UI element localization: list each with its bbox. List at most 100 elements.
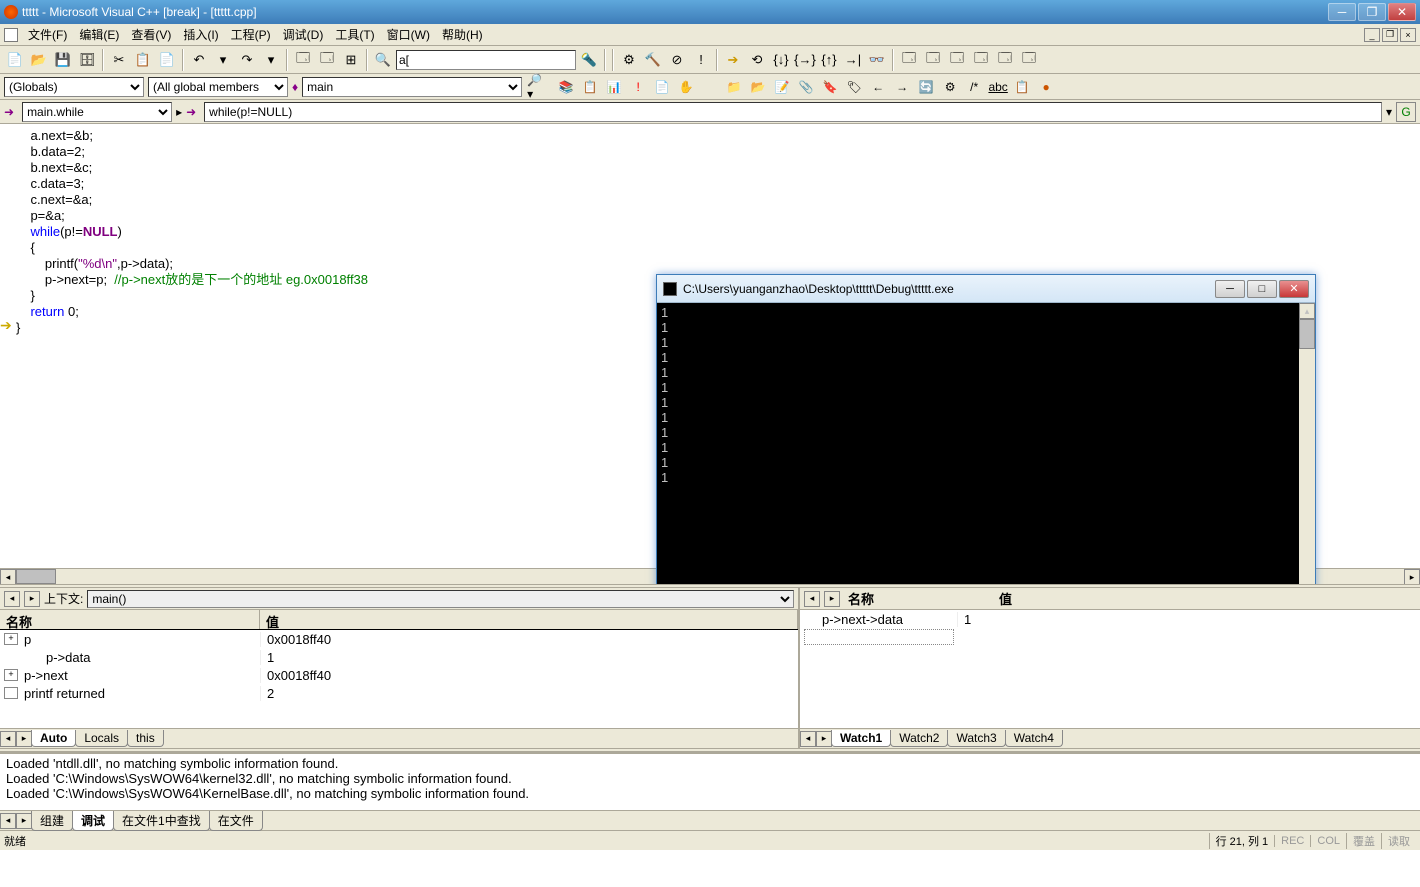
redo-button[interactable]: ↷ — [236, 49, 258, 71]
watch-tab-next[interactable]: ▸ — [816, 731, 832, 747]
tb-c[interactable]: 📊 — [604, 77, 624, 97]
save-all-button[interactable]: 🗄 — [76, 49, 98, 71]
step-into-button[interactable]: {↓} — [770, 49, 792, 71]
console-maximize-button[interactable]: □ — [1247, 280, 1277, 298]
nav-back-button[interactable]: ← — [868, 77, 888, 97]
compile-button[interactable]: ⚙ — [618, 49, 640, 71]
tb-n[interactable]: ⚙ — [940, 77, 960, 97]
watch-list[interactable]: p->next->data1 — [800, 610, 1420, 728]
menu-help[interactable]: 帮助(H) — [436, 24, 489, 45]
expand-icon[interactable] — [4, 687, 18, 699]
scroll-thumb[interactable] — [16, 569, 56, 584]
context-prev-button[interactable]: ◂ — [4, 591, 20, 607]
output-button[interactable]: 🗔 — [316, 49, 338, 71]
tab-watch4[interactable]: Watch4 — [1005, 730, 1063, 747]
output-tab-next[interactable]: ▸ — [16, 813, 32, 829]
table-row[interactable]: p->data1 — [0, 648, 798, 666]
console-scroll-up[interactable]: ▴ — [1299, 303, 1315, 319]
tb-g[interactable]: 📁 — [724, 77, 744, 97]
console-minimize-button[interactable]: ─ — [1215, 280, 1245, 298]
context-next-button[interactable]: ▸ — [24, 591, 40, 607]
menu-edit[interactable]: 编辑(E) — [73, 24, 125, 45]
find-input[interactable] — [396, 50, 576, 70]
undo-button[interactable]: ↶ — [188, 49, 210, 71]
tb-k[interactable]: 🔖 — [820, 77, 840, 97]
tab-watch2[interactable]: Watch2 — [890, 730, 948, 747]
watch-window-button[interactable]: 🗔 — [898, 49, 920, 71]
output-tab-prev[interactable]: ◂ — [0, 813, 16, 829]
tab-watch3[interactable]: Watch3 — [947, 730, 1005, 747]
watch-empty-row[interactable] — [800, 628, 1420, 646]
console-titlebar[interactable]: C:\Users\yuanganzhao\Desktop\ttttt\Debug… — [657, 275, 1315, 303]
tb-f[interactable]: ✋ — [676, 77, 696, 97]
tb-r[interactable]: ● — [1036, 77, 1056, 97]
tab-debug-output[interactable]: 调试 — [72, 811, 114, 831]
restart-button[interactable]: ⟲ — [746, 49, 768, 71]
autos-list[interactable]: +p0x0018ff40p->data1+p->next0x0018ff40pr… — [0, 630, 798, 728]
watch-tab-prev[interactable]: ◂ — [800, 731, 816, 747]
execute-button[interactable]: ! — [690, 49, 712, 71]
autos-tab-next[interactable]: ▸ — [16, 731, 32, 747]
nav-go-button[interactable]: ▸ — [176, 105, 182, 119]
autos-tab-prev[interactable]: ◂ — [0, 731, 16, 747]
tb-p[interactable]: abc — [988, 77, 1008, 97]
menu-view[interactable]: 查看(V) — [125, 24, 177, 45]
tab-find1[interactable]: 在文件1中查找 — [113, 811, 210, 831]
scope-globals-select[interactable]: (Globals) — [4, 77, 144, 97]
output-text[interactable]: Loaded 'ntdll.dll', no matching symbolic… — [0, 754, 1420, 810]
window-list-button[interactable]: ⊞ — [340, 49, 362, 71]
table-row[interactable]: printf returned2 — [0, 684, 798, 702]
maximize-button[interactable]: ❐ — [1358, 3, 1386, 21]
find-in-files-button[interactable]: 🔍 — [372, 49, 394, 71]
console-close-button[interactable]: ✕ — [1279, 280, 1309, 298]
console-output[interactable]: 111111111111 ▴ ▾ — [657, 303, 1315, 584]
tb-l[interactable]: 🏷 — [844, 77, 864, 97]
workspace-button[interactable]: 🗔 — [292, 49, 314, 71]
minimize-button[interactable]: ─ — [1328, 3, 1356, 21]
go-button[interactable]: ➔ — [722, 49, 744, 71]
nav-fwd-button[interactable]: → — [892, 77, 912, 97]
menu-insert[interactable]: 插入(I) — [177, 24, 224, 45]
redo-dropdown[interactable]: ▾ — [260, 49, 282, 71]
table-row[interactable]: +p->next0x0018ff40 — [0, 666, 798, 684]
menu-window[interactable]: 窗口(W) — [381, 24, 436, 45]
menu-debug[interactable]: 调试(D) — [277, 24, 330, 45]
menu-file[interactable]: 文件(F) — [22, 24, 73, 45]
paste-button[interactable]: 📄 — [156, 49, 178, 71]
memory-window-button[interactable]: 🗔 — [970, 49, 992, 71]
nav-dropdown-button[interactable]: ▾ — [1386, 105, 1392, 119]
watch-next-button[interactable]: ▸ — [824, 591, 840, 607]
new-text-button[interactable]: 📄 — [4, 49, 26, 71]
close-button[interactable]: ✕ — [1388, 3, 1416, 21]
scroll-left-button[interactable]: ◂ — [0, 569, 16, 584]
menu-tools[interactable]: 工具(T) — [329, 24, 380, 45]
open-button[interactable]: 📂 — [28, 49, 50, 71]
expand-icon[interactable]: + — [4, 633, 18, 645]
console-vscrollbar[interactable]: ▴ ▾ — [1299, 303, 1315, 584]
menu-project[interactable]: 工程(P) — [225, 24, 277, 45]
tab-this[interactable]: this — [127, 730, 164, 747]
tb-e[interactable]: 📄 — [652, 77, 672, 97]
quickwatch-button[interactable]: 👓 — [866, 49, 888, 71]
tab-locals[interactable]: Locals — [75, 730, 128, 747]
copy-button[interactable]: 📋 — [132, 49, 154, 71]
registers-window-button[interactable]: 🗔 — [946, 49, 968, 71]
scroll-right-button[interactable]: ▸ — [1404, 569, 1420, 584]
goto-button[interactable]: 🔎▾ — [526, 77, 546, 97]
callstack-window-button[interactable]: 🗔 — [994, 49, 1016, 71]
find-button[interactable]: 🔦 — [578, 49, 600, 71]
tb-h[interactable]: 📂 — [748, 77, 768, 97]
tb-o[interactable]: /* — [964, 77, 984, 97]
console-scroll-thumb[interactable] — [1299, 319, 1315, 349]
nav-aux-button[interactable]: G — [1396, 102, 1416, 122]
console-window[interactable]: C:\Users\yuanganzhao\Desktop\ttttt\Debug… — [656, 274, 1316, 584]
mdi-restore-button[interactable]: ❐ — [1382, 28, 1398, 42]
nav-location-select[interactable]: main.while — [22, 102, 172, 122]
stop-build-button[interactable]: ⊘ — [666, 49, 688, 71]
scope-members-select[interactable]: (All global members — [148, 77, 288, 97]
context-select[interactable]: main() — [87, 590, 794, 608]
step-out-button[interactable]: {↑} — [818, 49, 840, 71]
tab-watch1[interactable]: Watch1 — [831, 730, 891, 747]
tb-d[interactable]: ! — [628, 77, 648, 97]
tab-auto[interactable]: Auto — [31, 730, 76, 747]
